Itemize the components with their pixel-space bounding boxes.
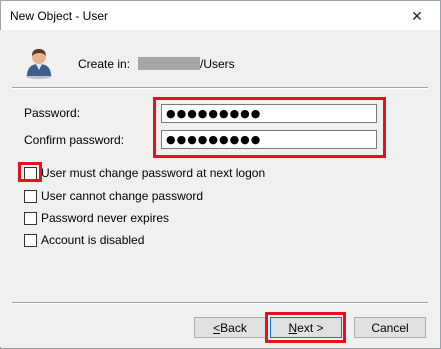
close-icon: ✕ (411, 7, 423, 24)
back-button-accel: < (213, 320, 221, 335)
next-button[interactable]: Next > (270, 317, 342, 338)
must-change-password-checkbox[interactable] (24, 166, 37, 180)
password-never-expires-label: Password never expires (41, 211, 170, 225)
bottom-divider (12, 302, 428, 304)
cannot-change-password-option[interactable]: User cannot change password (24, 189, 203, 203)
password-label: Password: (24, 106, 81, 120)
dialog-title: New Object - User (10, 9, 109, 23)
user-icon (26, 49, 52, 79)
confirm-password-label: Confirm password: (24, 133, 125, 147)
create-in-label: Create in: (78, 57, 131, 71)
password-input[interactable]: ●●●●●●●●● (161, 104, 377, 123)
password-never-expires-checkbox[interactable] (24, 211, 37, 225)
next-button-accel: N (288, 320, 298, 335)
account-disabled-label: Account is disabled (41, 233, 145, 247)
confirm-password-input[interactable]: ●●●●●●●●● (161, 130, 377, 149)
close-button[interactable]: ✕ (394, 1, 440, 31)
back-button[interactable]: < Back (194, 317, 266, 338)
must-change-password-option[interactable]: User must change password at next logon (24, 166, 265, 180)
top-divider (12, 87, 428, 89)
must-change-password-label: User must change password at next logon (41, 166, 266, 180)
title-bar: New Object - User ✕ (1, 1, 440, 31)
password-never-expires-option[interactable]: Password never expires (24, 211, 169, 225)
account-disabled-checkbox[interactable] (24, 233, 37, 247)
cannot-change-password-checkbox[interactable] (24, 189, 37, 203)
cancel-button[interactable]: Cancel (354, 317, 426, 338)
account-disabled-option[interactable]: Account is disabled (24, 233, 144, 247)
create-in-path: /Users (200, 57, 235, 71)
cannot-change-password-label: User cannot change password (41, 189, 204, 203)
next-button-label: ext > (297, 320, 324, 335)
redacted-domain (138, 57, 200, 70)
back-button-label: Back (220, 320, 247, 335)
